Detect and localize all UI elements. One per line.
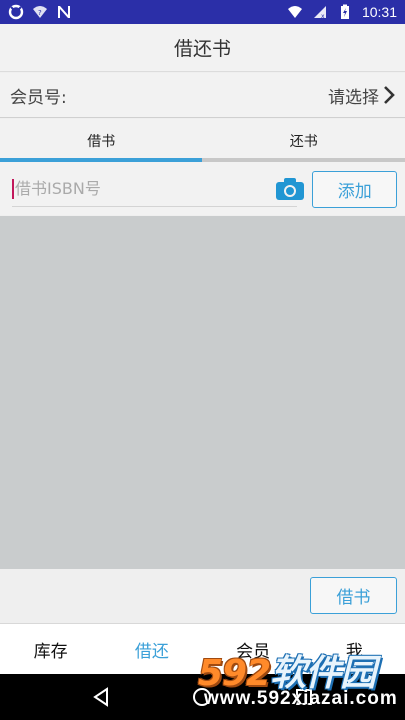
- cell-signal-icon: x: [312, 4, 328, 20]
- tab-borrow[interactable]: 借书: [0, 119, 203, 163]
- add-button[interactable]: 添加: [312, 170, 397, 208]
- member-selector-row[interactable]: 会员号: 请选择: [0, 73, 405, 118]
- isbn-field[interactable]: [12, 171, 297, 207]
- member-select-value: 请选择: [328, 87, 379, 108]
- sync-icon: [8, 4, 24, 20]
- battery-icon: [337, 4, 353, 20]
- bottom-action-bar: 借书: [0, 569, 405, 622]
- tab-indicator: [0, 158, 202, 162]
- back-button[interactable]: [89, 685, 113, 709]
- text-cursor: [12, 178, 14, 199]
- tab-return[interactable]: 还书: [203, 119, 405, 163]
- tab-bar: 借书 还书: [0, 119, 405, 163]
- isbn-input[interactable]: [15, 179, 255, 198]
- nav-inventory[interactable]: 库存: [0, 624, 101, 674]
- tab-borrow-label: 借书: [87, 134, 116, 150]
- nav-me[interactable]: 我: [304, 624, 405, 674]
- app-header: 借还书: [0, 24, 405, 72]
- clock: 10:31: [361, 4, 397, 20]
- tab-indicator-track: [0, 158, 405, 162]
- system-nav-bar: [0, 674, 405, 720]
- member-label: 会员号:: [10, 87, 67, 108]
- page-title: 借还书: [173, 38, 231, 60]
- home-button[interactable]: [190, 685, 214, 709]
- nav-borrow-return[interactable]: 借还: [101, 624, 202, 674]
- recents-icon: [296, 689, 313, 705]
- wifi-icon: ?: [32, 4, 48, 20]
- status-right-icons: x 10:31: [287, 4, 397, 20]
- borrow-list: [0, 216, 405, 569]
- home-icon: [193, 688, 212, 706]
- recents-button[interactable]: [292, 685, 316, 709]
- member-select[interactable]: 请选择: [328, 83, 395, 108]
- status-bar: ? x 10:31: [0, 0, 405, 24]
- tab-return-label: 还书: [289, 134, 318, 150]
- wifi-signal-icon: [287, 4, 303, 20]
- svg-text:?: ?: [38, 9, 42, 17]
- chevron-right-icon: [384, 86, 395, 104]
- back-icon: [93, 687, 108, 707]
- borrow-button[interactable]: 借书: [310, 577, 397, 614]
- svg-text:x: x: [321, 13, 325, 20]
- n-icon: [56, 4, 72, 20]
- nav-members[interactable]: 会员: [203, 624, 304, 674]
- isbn-input-row: 添加: [0, 163, 405, 215]
- status-left-icons: ?: [8, 4, 72, 20]
- bottom-nav: 库存 借还 会员 我: [0, 623, 405, 674]
